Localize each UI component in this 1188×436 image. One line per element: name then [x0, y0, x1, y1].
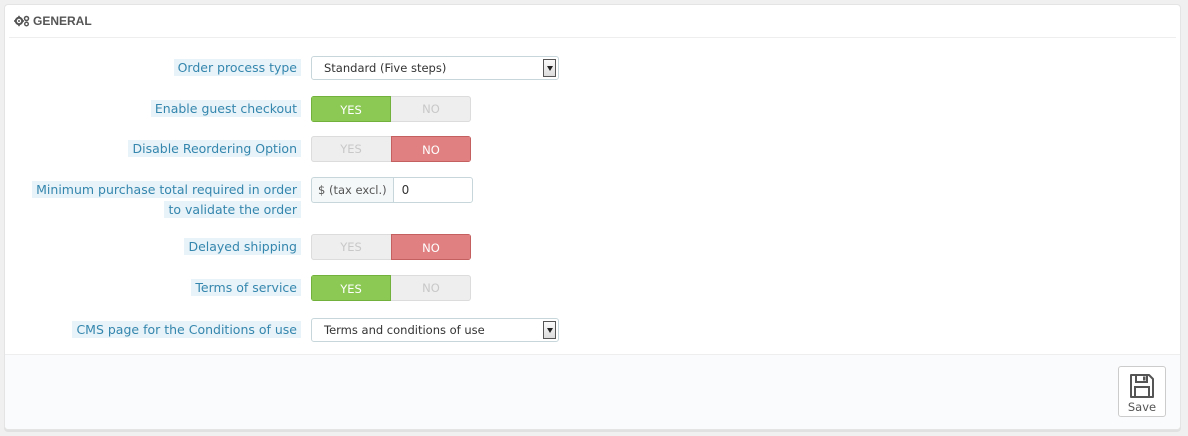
label-order-process-type: Order process type: [173, 58, 301, 78]
guest-checkout-yes[interactable]: YES: [311, 96, 391, 122]
label-terms-of-service: Terms of service: [191, 278, 301, 298]
panel-title: GENERAL: [33, 14, 92, 28]
disable-reordering-yes[interactable]: YES: [311, 136, 391, 162]
save-button-label: Save: [1127, 400, 1157, 414]
disable-reordering-no[interactable]: NO: [391, 136, 471, 162]
order-process-type-select[interactable]: Standard (Five steps): [311, 56, 559, 80]
delayed-shipping-toggle[interactable]: YES NO: [311, 234, 471, 260]
delayed-shipping-no[interactable]: NO: [391, 234, 471, 260]
terms-of-service-toggle[interactable]: YES NO: [311, 275, 471, 301]
save-button[interactable]: Save: [1118, 366, 1166, 417]
label-cms-page-conditions: CMS page for the Conditions of use: [72, 320, 301, 340]
floppy-disk-icon: [1129, 373, 1155, 399]
minimum-purchase-group: $ (tax excl.) 0: [311, 177, 473, 203]
terms-of-service-no[interactable]: NO: [391, 275, 471, 301]
terms-of-service-yes[interactable]: YES: [311, 275, 391, 301]
minimum-purchase-input[interactable]: 0: [392, 177, 473, 203]
panel-footer: Save: [5, 354, 1180, 429]
delayed-shipping-yes[interactable]: YES: [311, 234, 391, 260]
disable-reordering-toggle[interactable]: YES NO: [311, 136, 471, 162]
label-minimum-purchase: Minimum purchase total required in order…: [32, 180, 301, 220]
chevron-down-icon[interactable]: [543, 321, 556, 339]
guest-checkout-no[interactable]: NO: [391, 96, 471, 122]
cogs-icon: [14, 15, 30, 27]
label-guest-checkout: Enable guest checkout: [150, 99, 301, 119]
cms-page-conditions-value: Terms and conditions of use: [324, 323, 485, 337]
label-delayed-shipping: Delayed shipping: [184, 237, 301, 257]
general-settings-panel: GENERAL Order process type Standard (Fiv…: [4, 4, 1181, 430]
cms-page-conditions-select[interactable]: Terms and conditions of use: [311, 318, 559, 342]
label-disable-reordering: Disable Reordering Option: [128, 139, 301, 159]
currency-addon: $ (tax excl.): [311, 177, 393, 203]
guest-checkout-toggle[interactable]: YES NO: [311, 96, 471, 122]
panel-heading: GENERAL: [9, 5, 1176, 38]
order-process-type-value: Standard (Five steps): [324, 61, 447, 75]
chevron-down-icon[interactable]: [543, 59, 556, 77]
